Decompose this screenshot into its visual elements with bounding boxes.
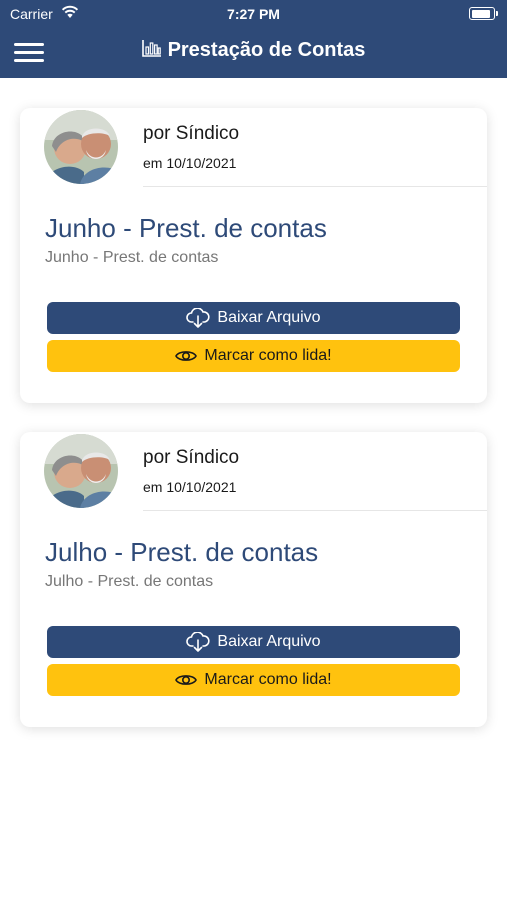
divider	[143, 186, 487, 187]
cloud-download-icon	[186, 632, 211, 652]
cloud-download-icon	[186, 308, 211, 328]
status-time: 7:27 PM	[227, 6, 280, 22]
avatar	[44, 110, 118, 184]
report-card: por Síndico em 10/10/2021 Julho - Prest.…	[20, 432, 487, 727]
post-date: em 10/10/2021	[143, 479, 237, 495]
card-subtitle: Julho - Prest. de contas	[45, 573, 214, 590]
header-title-group: Prestação de Contas	[0, 39, 507, 62]
card-title: Junho - Prest. de contas	[45, 213, 327, 243]
download-file-label: Baixar Arquivo	[217, 633, 321, 650]
mark-as-read-button[interactable]: Marcar como lida!	[47, 340, 460, 372]
report-card: por Síndico em 10/10/2021 Junho - Prest.…	[20, 108, 487, 403]
mark-as-read-label: Marcar como lida!	[204, 671, 332, 688]
mark-as-read-button[interactable]: Marcar como lida!	[47, 664, 460, 696]
post-date: em 10/10/2021	[143, 155, 237, 171]
app-header: Carrier 7:27 PM Prestação de Contas	[0, 0, 507, 78]
author-name: por Síndico	[143, 123, 240, 144]
card-subtitle: Junho - Prest. de contas	[45, 249, 219, 266]
download-file-button[interactable]: Baixar Arquivo	[47, 302, 460, 334]
eye-icon	[175, 672, 198, 688]
bar-chart-icon	[141, 39, 162, 62]
status-bar: Carrier 7:27 PM	[0, 0, 507, 28]
page-title: Prestação de Contas	[167, 39, 366, 61]
download-file-label: Baixar Arquivo	[217, 309, 321, 326]
mark-as-read-label: Marcar como lida!	[204, 347, 332, 364]
battery-icon	[469, 7, 498, 20]
eye-icon	[175, 348, 198, 364]
battery-level	[471, 9, 490, 18]
card-title: Julho - Prest. de contas	[45, 537, 319, 567]
divider	[143, 510, 487, 511]
download-file-button[interactable]: Baixar Arquivo	[47, 626, 460, 658]
author-name: por Síndico	[143, 447, 240, 468]
avatar	[44, 434, 118, 508]
